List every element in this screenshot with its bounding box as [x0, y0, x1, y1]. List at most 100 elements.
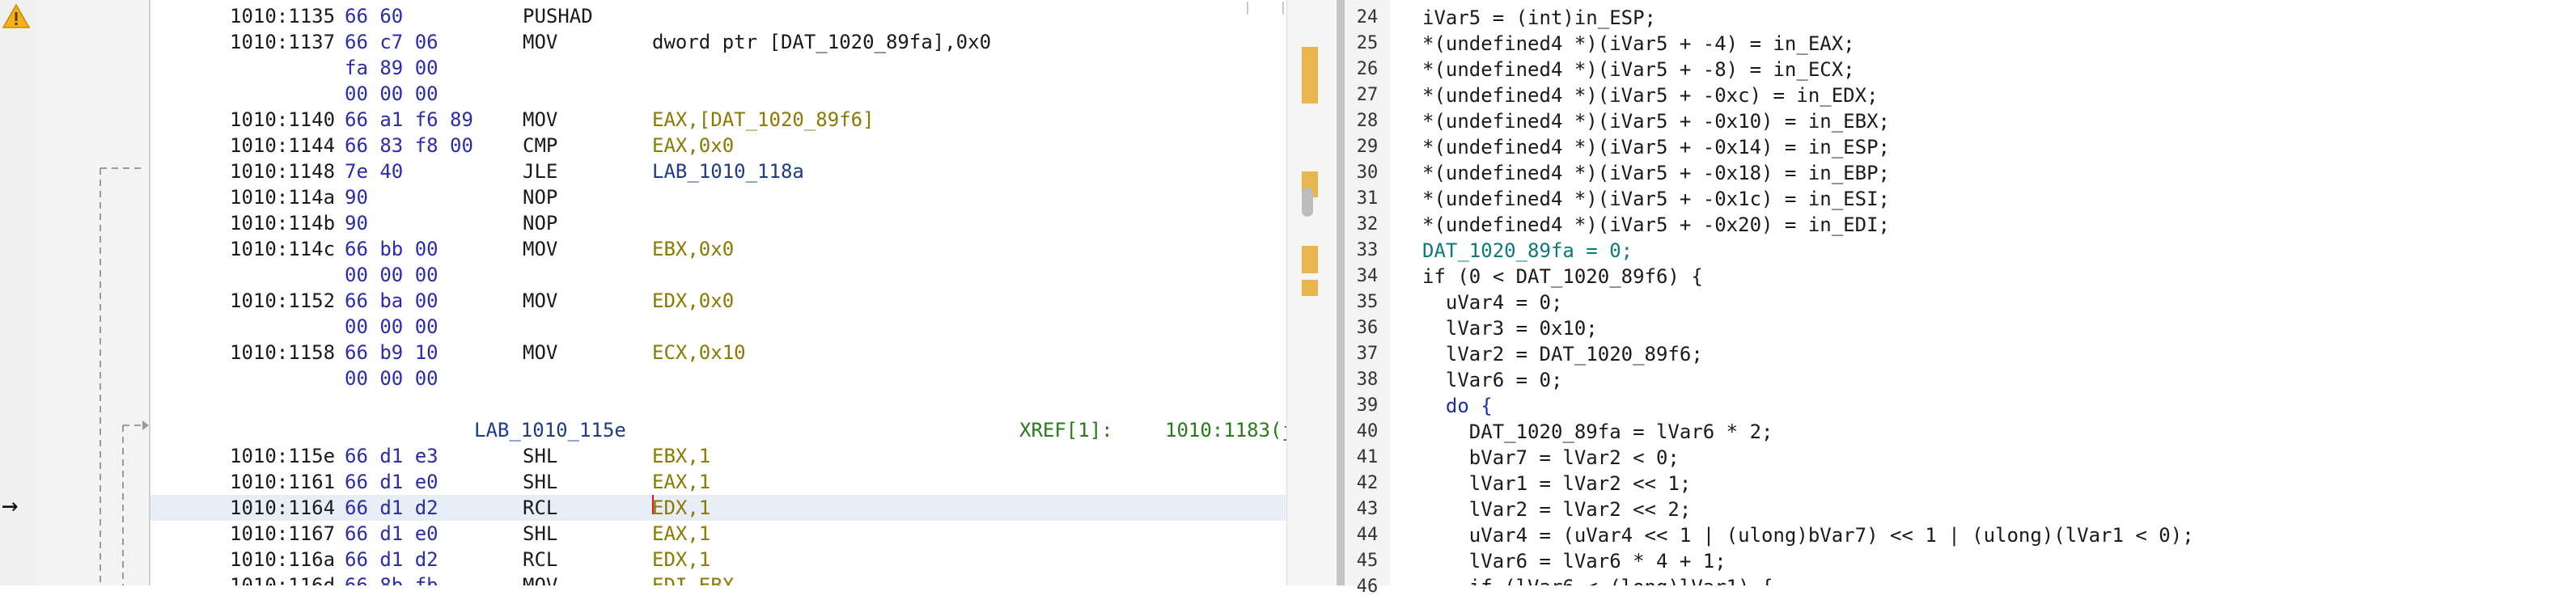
address: 1010:1148 [230, 160, 336, 183]
listing-row[interactable]: 1010:116d 66 8b fb MOV EDI,EBX [150, 573, 1286, 585]
address: 1010:114a [230, 186, 336, 209]
code-line[interactable]: lVar2 = lVar2 << 2; [1422, 496, 1692, 522]
label-row[interactable]: LAB_1010_115e XREF[1]: 1010:1183(j) [150, 417, 1286, 443]
line-number: 29 [1356, 137, 1379, 157]
bytes: 7e 40 [345, 160, 404, 183]
code-label[interactable]: LAB_1010_115e [474, 417, 626, 443]
code-line[interactable]: iVar5 = (int)in_ESP; [1422, 5, 1656, 31]
bytes: 90 [345, 186, 368, 209]
code-line[interactable]: *(undefined4 *)(iVar5 + -0x10) = in_EBX; [1422, 108, 1890, 134]
code-line[interactable]: lVar6 = 0; [1422, 367, 1563, 393]
listing-row[interactable]: 1010:1135 66 60 PUSHAD [150, 3, 1286, 29]
mnemonic: RCL [523, 548, 558, 571]
bytes: 66 d1 d2 [345, 548, 439, 571]
xref-address-link[interactable]: 1010:1183(j) [1165, 417, 1286, 443]
address: 1010:1144 [230, 134, 336, 157]
listing-row[interactable]: 1010:1158 66 b9 10 MOV ECX,0x10 [150, 340, 1286, 365]
code-line[interactable]: do { [1422, 393, 1493, 419]
line-number: 35 [1356, 292, 1379, 312]
bytes: 66 d1 e3 [345, 445, 439, 467]
code-line[interactable]: *(undefined4 *)(iVar5 + -0xc) = in_EDX; [1422, 82, 1879, 108]
address: 1010:1164 [230, 496, 336, 519]
listing-row[interactable]: 1010:114b 90 NOP [150, 210, 1286, 236]
bytes: 66 d1 e0 [345, 471, 439, 493]
operands: EAX,0x0 [652, 134, 735, 157]
branch-arrows [100, 167, 149, 585]
listing-row[interactable]: 1010:114a 90 NOP [150, 184, 1286, 210]
address: 1010:1167 [230, 522, 336, 545]
scroll-thumb[interactable] [1302, 188, 1313, 217]
code-line[interactable]: if (0 < DAT_1020_89f6) { [1422, 264, 1703, 289]
code-line[interactable]: *(undefined4 *)(iVar5 + -8) = in_ECX; [1422, 57, 1855, 82]
address: 1010:116d [230, 574, 336, 585]
line-number: 44 [1356, 525, 1379, 545]
address: 1010:1158 [230, 341, 336, 364]
listing-row[interactable]: 1010:115e 66 d1 e3 SHL EBX,1 [150, 443, 1286, 469]
listing-row[interactable]: 1010:1137 66 c7 06 MOV dword ptr [DAT_10… [150, 29, 1286, 55]
operands: EDX,1 [652, 548, 711, 571]
code-line[interactable]: *(undefined4 *)(iVar5 + -4) = in_EAX; [1422, 31, 1855, 57]
operands: EDI,EBX [652, 574, 735, 585]
branch-target-link[interactable]: LAB_1010_118a [652, 158, 804, 184]
code-line[interactable]: bVar7 = lVar2 < 0; [1422, 445, 1680, 471]
code-line[interactable]: lVar3 = 0x10; [1422, 315, 1598, 341]
overview-marker[interactable] [1302, 47, 1318, 104]
decompiler-line-gutter: 24 25 26 27 28 29 30 31 32 33 34 35 36 3… [1345, 0, 1391, 597]
overview-marker[interactable] [1302, 246, 1318, 273]
disassembly-listing[interactable]: 1010:1135 66 60 PUSHAD 1010:1137 66 c7 0… [150, 0, 1286, 585]
operands: EAX,1 [652, 522, 711, 545]
listing-row[interactable]: 1010:116a 66 d1 d2 RCL EDX,1 [150, 547, 1286, 573]
listing-row[interactable]: 1010:114c 66 bb 00 MOV EBX,0x0 [150, 236, 1286, 262]
code-line[interactable]: uVar4 = 0; [1422, 289, 1563, 315]
line-number: 27 [1356, 85, 1379, 105]
bytes: 66 bb 00 [345, 238, 439, 260]
listing-row-current[interactable]: 1010:1164 66 d1 d2 RCL EDX,1 [150, 495, 1286, 521]
bytes: 66 83 f8 00 [345, 134, 473, 157]
code-line[interactable]: *(undefined4 *)(iVar5 + -0x20) = in_EDI; [1422, 212, 1890, 238]
overview-marker[interactable] [1302, 280, 1318, 296]
bytes: 66 c7 06 [345, 31, 439, 53]
bytes: 00 00 00 [345, 82, 439, 105]
address: 1010:116a [230, 548, 336, 571]
address: 1010:115e [230, 445, 336, 467]
operands: EAX,1 [652, 471, 711, 493]
mnemonic: MOV [523, 108, 558, 131]
code-line-text: uVar4 = (uVar4 << 1 | (ulong)bVar7) << 1… [1422, 524, 2194, 547]
left-margin-gutter: → [0, 0, 36, 585]
bytes: 66 ba 00 [345, 289, 439, 312]
listing-row[interactable]: 1010:1152 66 ba 00 MOV EDX,0x0 [150, 288, 1286, 314]
bytes: 00 00 00 [345, 264, 439, 286]
panel-corner-icon[interactable] [1246, 0, 1286, 15]
warning-icon[interactable] [2, 3, 31, 29]
decompiler-view[interactable]: iVar5 = (int)in_ESP; *(undefined4 *)(iVa… [1390, 0, 2576, 585]
code-line[interactable]: DAT_1020_89fa = 0; [1422, 238, 1633, 264]
code-line[interactable]: lVar6 = lVar6 * 4 + 1; [1422, 548, 1727, 574]
overview-scrollbar[interactable] [1286, 0, 1336, 585]
listing-row[interactable]: 1010:1161 66 d1 e0 SHL EAX,1 [150, 469, 1286, 495]
code-line[interactable]: if (lVar6 < (long)lVar1) { [1422, 574, 1773, 585]
listing-row[interactable]: 1010:1140 66 a1 f6 89 MOV EAX,[DAT_1020_… [150, 107, 1286, 133]
code-line[interactable]: *(undefined4 *)(iVar5 + -0x18) = in_EBP; [1422, 160, 1890, 186]
current-location-arrow-icon: → [2, 489, 19, 522]
listing-row[interactable]: 1010:1148 7e 40 JLE LAB_1010_118a [150, 158, 1286, 184]
code-line[interactable]: *(undefined4 *)(iVar5 + -0x1c) = in_ESI; [1422, 186, 1890, 212]
bytes: 66 d1 d2 [345, 496, 439, 519]
address: 1010:114b [230, 212, 336, 235]
pane-splitter[interactable] [1337, 0, 1345, 585]
mnemonic: SHL [523, 471, 558, 493]
mnemonic: NOP [523, 212, 558, 235]
operands: EAX,[DAT_1020_89f6] [652, 108, 875, 131]
line-number: 30 [1356, 163, 1379, 183]
listing-row: 00 00 00 [150, 262, 1286, 288]
code-line[interactable]: DAT_1020_89fa = lVar6 * 2; [1422, 419, 1773, 445]
line-number: 36 [1356, 318, 1379, 338]
listing-row: 00 00 00 [150, 314, 1286, 340]
line-number: 43 [1356, 499, 1379, 519]
operands: EBX,0x0 [652, 238, 735, 260]
listing-row[interactable]: 1010:1144 66 83 f8 00 CMP EAX,0x0 [150, 133, 1286, 158]
code-line-highlighted[interactable]: ​ uVar4 = (uVar4 << 1 | (ulong)bVar7) <<… [1422, 522, 2194, 548]
code-line[interactable]: lVar1 = lVar2 << 1; [1422, 471, 1692, 496]
code-line[interactable]: lVar2 = DAT_1020_89f6; [1422, 341, 1703, 367]
listing-row[interactable]: 1010:1167 66 d1 e0 SHL EAX,1 [150, 521, 1286, 547]
code-line[interactable]: *(undefined4 *)(iVar5 + -0x14) = in_ESP; [1422, 134, 1890, 160]
